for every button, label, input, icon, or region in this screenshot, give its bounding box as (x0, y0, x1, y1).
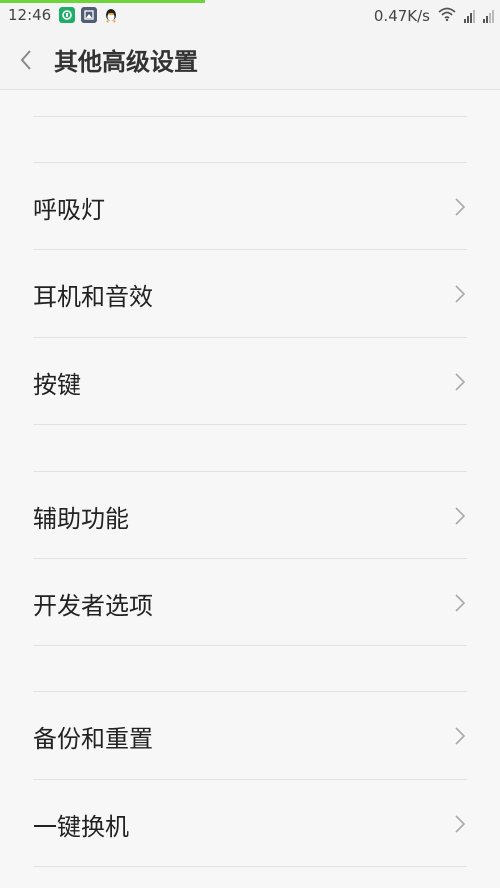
menu-item-label: 按键 (33, 370, 81, 399)
chevron-right-icon (455, 507, 466, 525)
status-time: 12:46 (8, 6, 52, 24)
menu-item-developer-options[interactable]: 开发者选项 (33, 560, 467, 646)
qq-penguin-icon (103, 7, 119, 23)
menu-item-backup-reset[interactable]: 备份和重置 (33, 693, 467, 779)
app-header: 其他高级设置 (0, 30, 500, 90)
album-app-icon (81, 7, 98, 23)
menu-item-label: 辅助功能 (33, 504, 129, 533)
signal-icon (464, 9, 475, 23)
back-button[interactable] (0, 30, 52, 90)
status-bar: 12:46 0.47K/s (0, 0, 500, 30)
section-divider (33, 471, 467, 472)
menu-item-label: 耳机和音效 (33, 282, 153, 311)
menu-item-headphones-audio[interactable]: 耳机和音效 (33, 251, 467, 337)
section-divider (33, 162, 467, 163)
row-divider (33, 779, 467, 780)
chevron-right-icon (455, 727, 466, 745)
menu-item-phone-migration[interactable]: 一键换机 (33, 781, 467, 867)
section-divider (33, 691, 467, 692)
row-divider (33, 337, 467, 338)
page-title: 其他高级设置 (54, 48, 198, 76)
chevron-right-icon (455, 594, 466, 612)
menu-item-accessibility[interactable]: 辅助功能 (33, 473, 467, 559)
green-app-icon (59, 7, 76, 23)
menu-item-label: 开发者选项 (33, 591, 153, 620)
chevron-right-icon (455, 198, 466, 216)
menu-item-buttons[interactable]: 按键 (33, 339, 467, 425)
network-speed: 0.47K/s (373, 6, 430, 25)
menu-item-breathing-light[interactable]: 呼吸灯 (33, 164, 467, 250)
load-progress-line (0, 0, 205, 3)
menu-item-label: 备份和重置 (33, 724, 153, 753)
section-divider (33, 116, 467, 117)
signal-icon (483, 9, 494, 23)
chevron-right-icon (455, 285, 466, 303)
menu-item-label: 一键换机 (33, 812, 129, 841)
chevron-right-icon (455, 815, 466, 833)
chevron-left-icon (20, 49, 31, 70)
chevron-right-icon (455, 373, 466, 391)
wifi-icon (438, 6, 456, 25)
menu-item-label: 呼吸灯 (33, 195, 105, 224)
